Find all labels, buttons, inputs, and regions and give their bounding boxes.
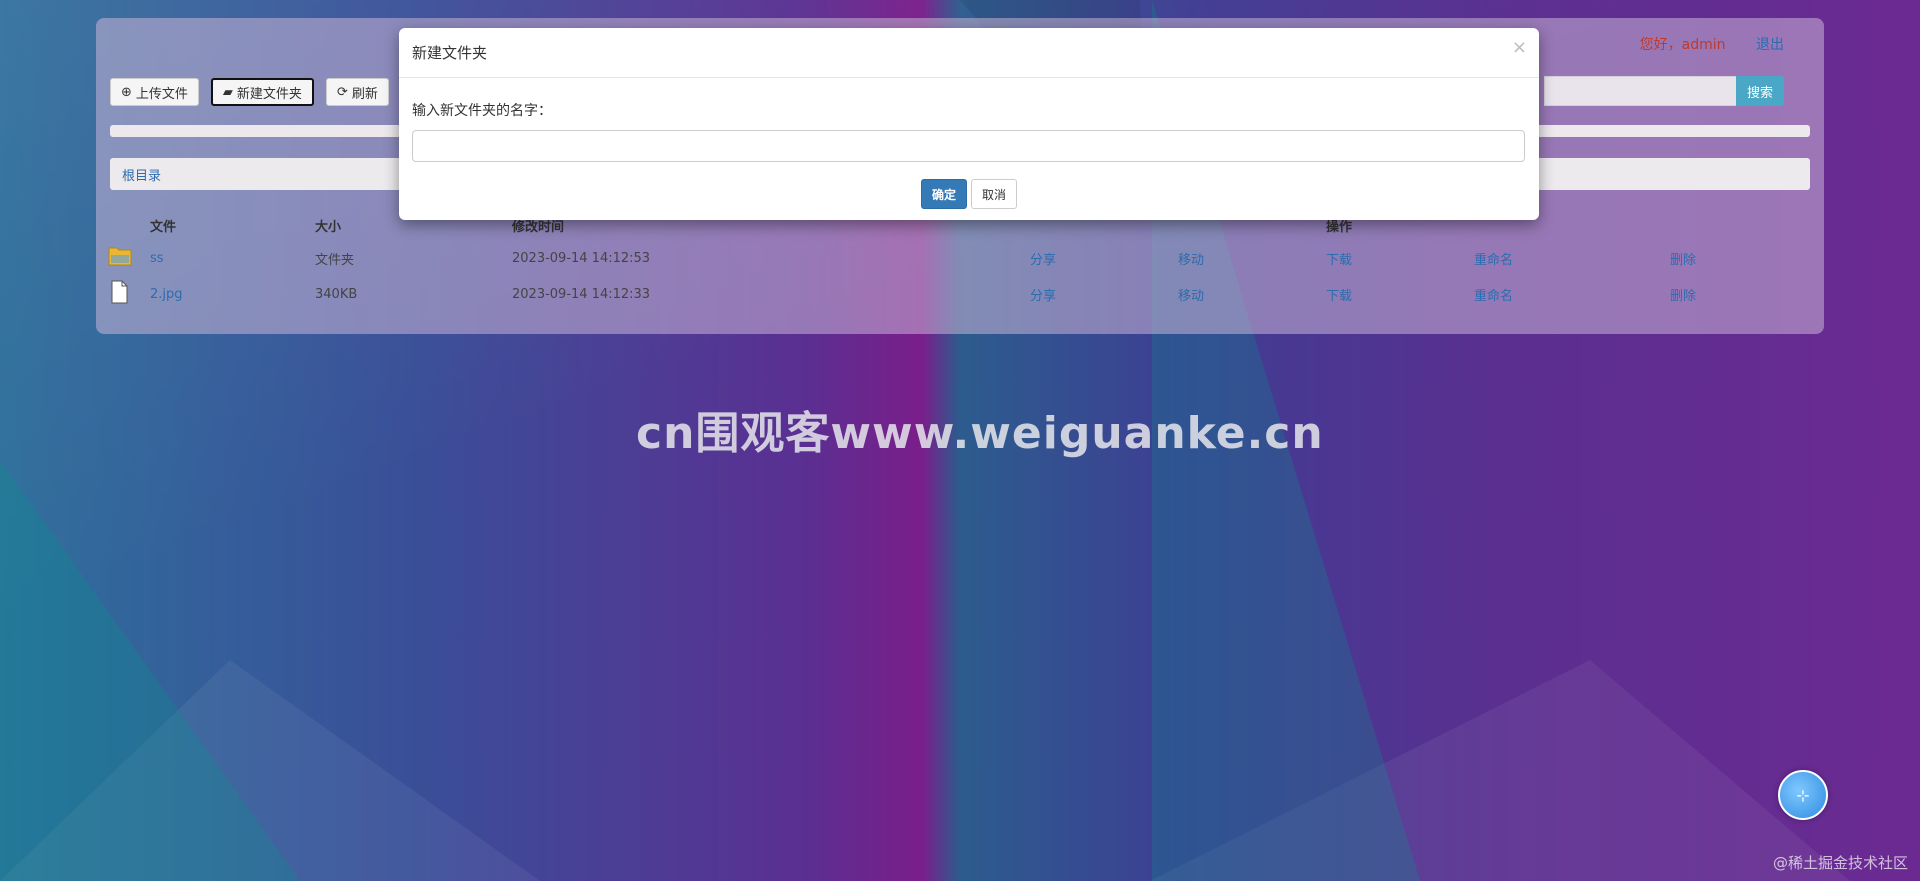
modal-title: 新建文件夹 bbox=[412, 44, 488, 62]
folder-name-input[interactable] bbox=[412, 130, 1525, 162]
modal-body: 输入新文件夹的名字： 确定 取消 bbox=[399, 100, 1539, 209]
crosshair-icon: ⊹ bbox=[1796, 785, 1810, 805]
modal-actions: 确定 取消 bbox=[412, 179, 1526, 209]
source-watermark: @稀土掘金技术社区 bbox=[1772, 854, 1908, 872]
folder-name-label: 输入新文件夹的名字： bbox=[412, 103, 552, 119]
new-folder-modal: 新建文件夹 × 输入新文件夹的名字： 确定 取消 bbox=[399, 28, 1539, 220]
close-icon[interactable]: × bbox=[1512, 37, 1527, 58]
confirm-button[interactable]: 确定 bbox=[920, 179, 967, 209]
modal-header: 新建文件夹 × bbox=[399, 28, 1539, 78]
cancel-button[interactable]: 取消 bbox=[971, 179, 1018, 209]
floating-action-button[interactable]: ⊹ bbox=[1778, 770, 1828, 820]
